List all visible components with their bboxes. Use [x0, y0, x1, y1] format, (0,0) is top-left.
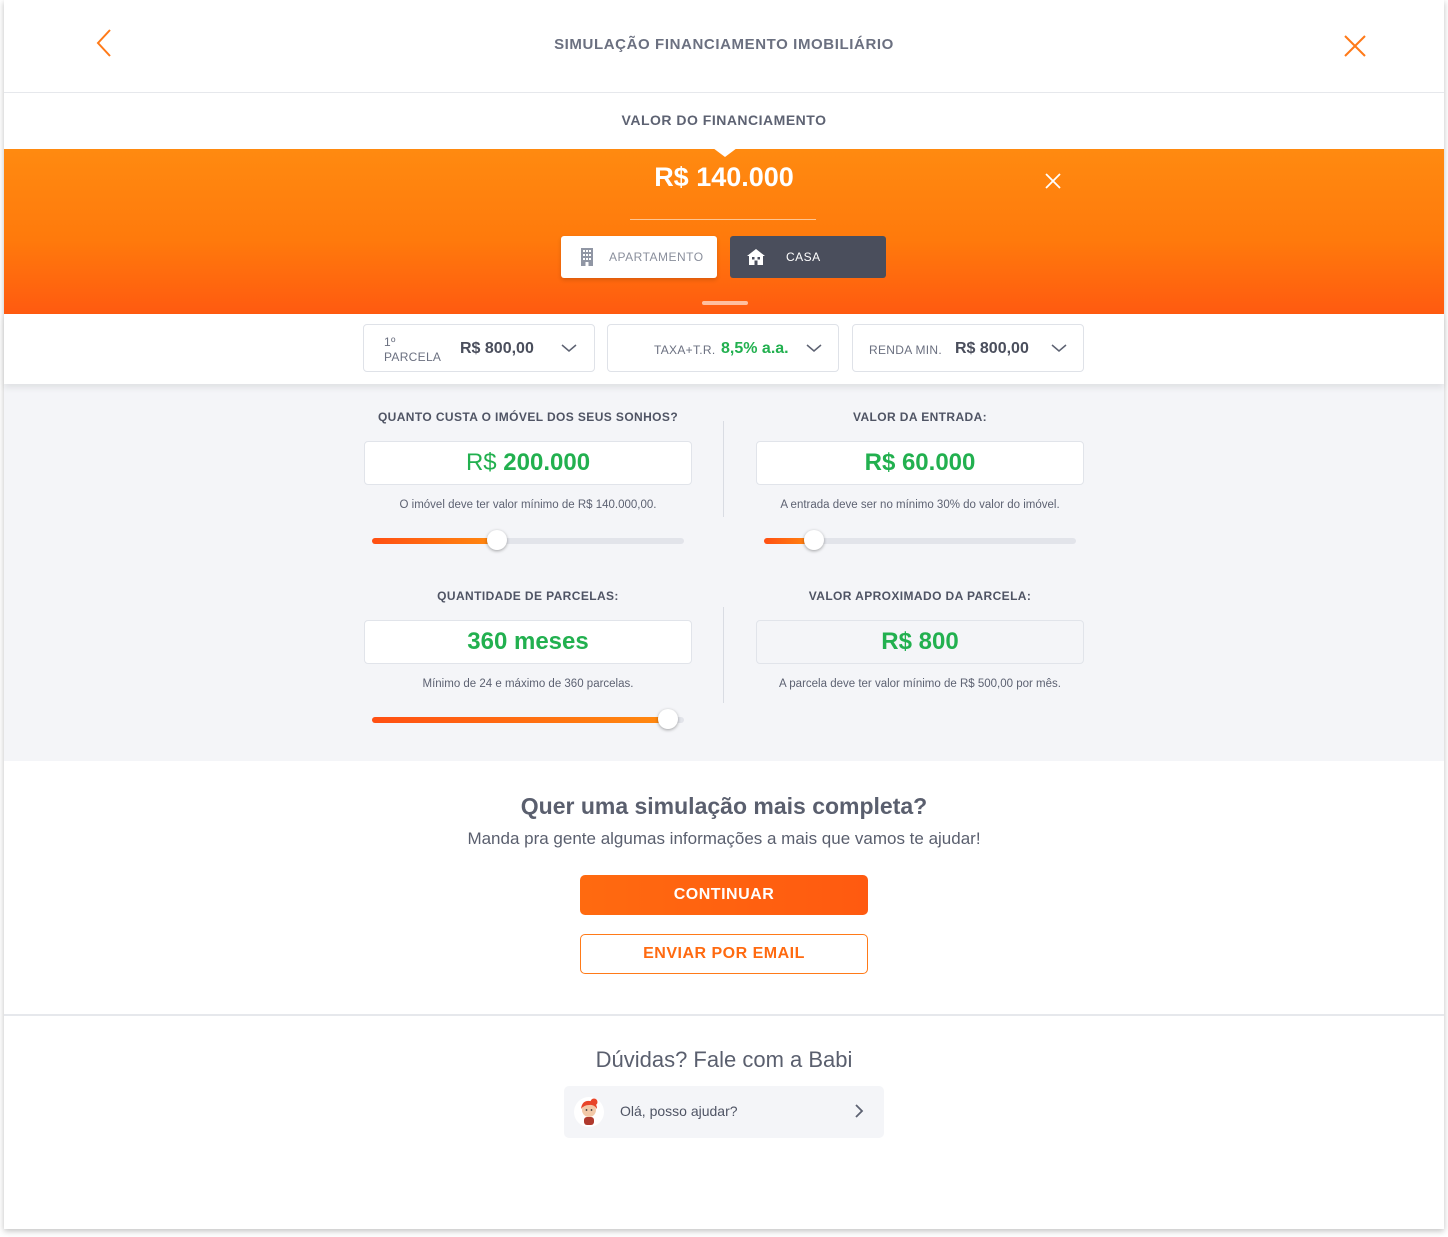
type-apartamento-button[interactable]: APARTAMENTO [561, 236, 717, 278]
rate-label: TAXA+T.R. [654, 343, 716, 357]
house-icon [747, 249, 765, 265]
down-payment-hint: A entrada deve ser no mínimo 30% do valo… [780, 499, 1060, 511]
send-email-button-label: ENVIAR POR EMAIL [643, 945, 805, 962]
header: SIMULAÇÃO FINANCIAMENTO IMOBILIÁRIO [4, 0, 1444, 93]
column-divider [723, 607, 724, 703]
first-installment-dropdown[interactable]: 1º PARCELA R$ 800,00 [363, 324, 595, 372]
cta-title: Quer uma simulação mais completa? [520, 793, 928, 819]
clear-amount-button[interactable] [1042, 170, 1064, 192]
chevron-down-icon [1051, 344, 1067, 352]
property-value-amount: 200.000 [503, 449, 591, 476]
close-icon [1045, 173, 1061, 189]
close-icon [1344, 35, 1366, 57]
chat-prompt: Olá, posso ajudar? [620, 1103, 738, 1119]
installments-label: QUANTIDADE DE PARCELAS: [437, 589, 619, 603]
installments-slider-fill [372, 717, 669, 723]
page-title: SIMULAÇÃO FINANCIAMENTO IMOBILIÁRIO [554, 36, 894, 53]
section-divider [4, 1014, 1444, 1016]
simulator-panel [4, 384, 1444, 761]
summary-bar: 1º PARCELA R$ 800,00 TAXA+T.R. 8,5% a.a.… [4, 314, 1444, 384]
property-value-label: QUANTO CUSTA O IMÓVEL DOS SEUS SONHOS? [377, 410, 679, 424]
down-payment-label: VALOR DA ENTRADA: [852, 410, 988, 424]
continue-button[interactable]: CONTINUAR [580, 875, 868, 915]
financing-amount: R$ 140.000 [654, 162, 794, 192]
type-apartamento-label: APARTAMENTO [609, 250, 704, 264]
banner-notch [713, 148, 737, 157]
rate-dropdown[interactable]: TAXA+T.R. 8,5% a.a. [607, 324, 839, 372]
installments-hint: Mínimo de 24 e máximo de 360 parcelas. [422, 678, 634, 690]
installment-value-label: VALOR APROXIMADO DA PARCELA: [808, 589, 1032, 603]
property-value-hint: O imóvel deve ter valor mínimo de R$ 140… [399, 499, 657, 511]
type-casa-label: CASA [786, 250, 821, 264]
babi-avatar-icon [574, 1097, 604, 1127]
send-email-button[interactable]: ENVIAR POR EMAIL [580, 934, 868, 974]
help-title: Dúvidas? Fale com a Babi [595, 1047, 853, 1072]
first-installment-label-1: 1º [384, 335, 396, 349]
property-value-slider-fill [372, 538, 497, 544]
installment-value-hint: A parcela deve ter valor mínimo de R$ 50… [779, 678, 1061, 690]
down-payment-input[interactable]: R$ 60.000 [756, 441, 1084, 485]
building-icon [581, 248, 593, 266]
property-value-slider-thumb[interactable] [486, 530, 507, 550]
app-window: SIMULAÇÃO FINANCIAMENTO IMOBILIÁRIO VALO… [4, 0, 1444, 1229]
chat-babi-button[interactable]: Olá, posso ajudar? [564, 1086, 884, 1138]
continue-button-label: CONTINUAR [673, 886, 775, 903]
first-installment-value: R$ 800,00 [460, 340, 534, 357]
rate-value: 8,5% a.a. [721, 340, 789, 357]
chevron-down-icon [806, 344, 822, 352]
first-installment-label-2: PARCELA [384, 350, 442, 364]
installments-input[interactable]: 360 meses [364, 620, 692, 664]
min-income-value: R$ 800,00 [955, 340, 1029, 357]
column-divider [723, 421, 724, 517]
close-button[interactable] [1340, 31, 1370, 61]
cta-subtitle: Manda pra gente algumas informações a ma… [467, 829, 981, 848]
type-casa-button[interactable]: CASA [730, 236, 886, 278]
min-income-dropdown[interactable]: RENDA MIN. R$ 800,00 [852, 324, 1084, 372]
financing-label: VALOR DO FINANCIAMENTO [621, 112, 827, 128]
installments-slider[interactable] [372, 709, 684, 729]
down-payment-slider[interactable] [764, 530, 1076, 550]
property-value-slider[interactable] [372, 530, 684, 550]
property-value-currency: R$ [465, 449, 497, 476]
banner-drag-handle[interactable] [702, 301, 748, 305]
chevron-down-icon [561, 344, 577, 352]
property-value-input[interactable]: R$ 200.000 [364, 441, 692, 485]
min-income-label: RENDA MIN. [869, 343, 943, 357]
chevron-right-icon [855, 1104, 864, 1118]
amount-underline [630, 219, 816, 220]
installment-value-display: R$ 800 [756, 620, 1084, 664]
down-payment-slider-thumb[interactable] [803, 530, 824, 550]
